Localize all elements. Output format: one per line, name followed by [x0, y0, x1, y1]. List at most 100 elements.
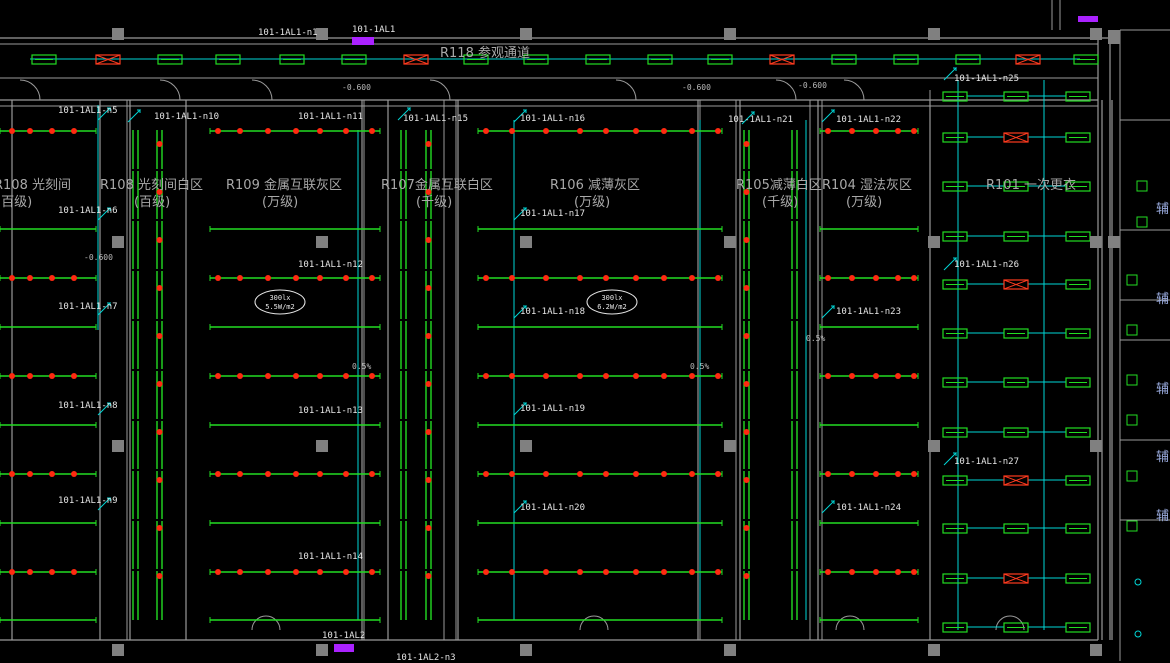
emergency-dot: [543, 569, 549, 575]
illuminance-power-2: 6.2W/m2: [597, 303, 627, 311]
emergency-dot: [156, 141, 163, 147]
room-grade-r108b: (百级): [134, 195, 171, 210]
emergency-dot: [343, 275, 349, 281]
emergency-dot: [425, 429, 432, 435]
structural-column: [1108, 236, 1120, 248]
circuit-label-n12: 101-1AL1-n12: [298, 260, 364, 270]
emergency-dot: [543, 373, 549, 379]
emergency-dot: [873, 471, 879, 477]
structural-column: [928, 440, 940, 452]
emergency-dot: [49, 471, 55, 477]
structural-column: [724, 644, 736, 656]
emergency-dot: [603, 373, 609, 379]
room-label-r101: R101 一次更衣: [986, 178, 1076, 193]
emergency-dot: [343, 471, 349, 477]
emergency-dot: [425, 237, 432, 243]
emergency-dot: [156, 333, 163, 339]
room-grade-r105: (千级): [762, 195, 799, 210]
structural-column: [724, 236, 736, 248]
emergency-dot: [895, 569, 901, 575]
emergency-dot: [71, 373, 77, 379]
emergency-dot: [483, 275, 489, 281]
structural-column: [112, 440, 124, 452]
emergency-dot: [895, 373, 901, 379]
structural-column: [1090, 28, 1102, 40]
emergency-dot: [849, 128, 855, 134]
emergency-dot: [49, 128, 55, 134]
emergency-dot: [603, 471, 609, 477]
circuit-label-top1: 101-1AL1-n1: [258, 28, 318, 38]
emergency-dot: [27, 128, 33, 134]
circuit-label-n26: 101-1AL1-n26: [954, 260, 1020, 270]
emergency-dot: [895, 128, 901, 134]
illuminance-lux-2: 300lx: [601, 294, 623, 302]
structural-column: [520, 236, 532, 248]
room-grade-r107: (千级): [416, 195, 453, 210]
emergency-dot: [715, 569, 721, 575]
emergency-dot: [425, 573, 432, 579]
circuit-label-n8: 101-1AL1-n8: [58, 401, 118, 411]
circuit-label-n7: 101-1AL1-n7: [58, 302, 118, 312]
emergency-dot: [215, 275, 221, 281]
circuit-label-n27: 101-1AL1-n27: [954, 457, 1020, 467]
emergency-dot: [743, 429, 750, 435]
emergency-dot: [369, 373, 375, 379]
circuit-label-n15: 101-1AL1-n15: [403, 114, 469, 124]
emergency-dot: [215, 569, 221, 575]
emergency-dot: [509, 373, 515, 379]
circuit-label-n20: 101-1AL1-n20: [520, 503, 586, 513]
illuminance-power-1: 5.5W/m2: [265, 303, 295, 311]
emergency-dot: [603, 128, 609, 134]
structural-column: [724, 440, 736, 452]
emergency-dot: [369, 275, 375, 281]
emergency-dot: [265, 128, 271, 134]
emergency-dot: [9, 471, 15, 477]
illuminance-lux-1: 300lx: [269, 294, 291, 302]
emergency-dot: [743, 573, 750, 579]
emergency-dot: [237, 471, 243, 477]
room-label-r108: R108 光刻间: [0, 178, 71, 193]
emergency-dot: [483, 373, 489, 379]
side-label-4: 辅: [1156, 450, 1170, 465]
emergency-dot: [317, 128, 323, 134]
elevation-marker-2: -0.600: [682, 83, 711, 92]
emergency-dot: [543, 471, 549, 477]
circuit-label-n18: 101-1AL1-n18: [520, 307, 586, 317]
emergency-dot: [911, 471, 917, 477]
structural-column: [1108, 30, 1120, 44]
emergency-dot: [743, 477, 750, 483]
emergency-dot: [825, 128, 831, 134]
emergency-dot: [425, 477, 432, 483]
emergency-dot: [156, 237, 163, 243]
drawing-background: [0, 0, 1170, 661]
emergency-dot: [895, 275, 901, 281]
circuit-label-n25: 101-1AL1-n25: [954, 74, 1020, 84]
room-grade-r104: (万级): [846, 195, 883, 210]
emergency-dot: [425, 333, 432, 339]
emergency-dot: [633, 373, 639, 379]
emergency-dot: [237, 128, 243, 134]
emergency-dot: [317, 569, 323, 575]
circuit-label-n23: 101-1AL1-n23: [836, 307, 902, 317]
emergency-dot: [603, 275, 609, 281]
emergency-dot: [293, 275, 299, 281]
emergency-dot: [873, 569, 879, 575]
room-label-r104: R104 湿法灰区: [822, 178, 912, 193]
emergency-dot: [156, 285, 163, 291]
emergency-dot: [27, 275, 33, 281]
structural-column: [724, 28, 736, 40]
emergency-dot: [215, 471, 221, 477]
floor-plan-drawing: [0, 0, 1170, 661]
emergency-dot: [317, 373, 323, 379]
emergency-dot: [715, 471, 721, 477]
emergency-dot: [27, 471, 33, 477]
structural-column: [928, 236, 940, 248]
emergency-dot: [633, 471, 639, 477]
emergency-dot: [689, 373, 695, 379]
emergency-dot: [215, 128, 221, 134]
emergency-dot: [603, 569, 609, 575]
side-label-3: 辅: [1156, 382, 1170, 397]
emergency-dot: [577, 373, 583, 379]
elevation-marker-4: -0.600: [84, 253, 113, 262]
circuit-label-n9: 101-1AL1-n9: [58, 496, 118, 506]
